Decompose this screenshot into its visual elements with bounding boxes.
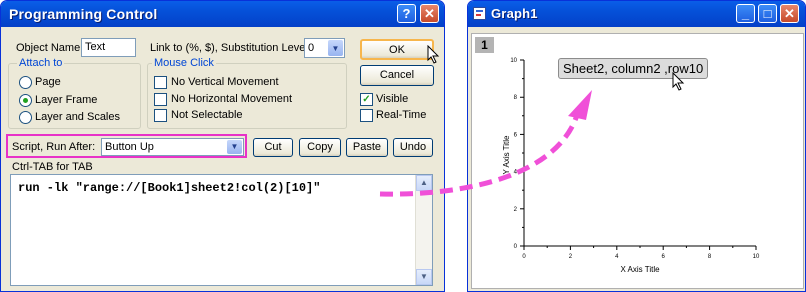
copy-button[interactable]: Copy <box>299 138 341 157</box>
visible-checkbox[interactable]: ✓ <box>360 93 373 106</box>
graph-title: Graph1 <box>491 6 538 21</box>
graph-close-button[interactable]: ✕ <box>780 4 799 23</box>
cut-button[interactable]: Cut <box>253 138 293 157</box>
y-axis-title[interactable]: Y Axis Title <box>502 135 511 175</box>
radio-layer-frame[interactable] <box>19 94 32 107</box>
real-time-label: Real-Time <box>376 109 427 121</box>
chevron-down-icon[interactable]: ▼ <box>328 40 343 56</box>
radio-page[interactable] <box>19 76 32 89</box>
no-vertical-movement-checkbox[interactable] <box>154 76 167 89</box>
maximize-button[interactable]: □ <box>758 4 777 23</box>
object-name-field[interactable]: Text <box>81 38 136 57</box>
x-axis-title[interactable]: X Axis Title <box>620 265 660 274</box>
script-run-after-value: Button Up <box>105 141 154 153</box>
radio-layer-frame-label: Layer Frame <box>35 94 98 106</box>
programming-control-dialog: Programming Control ? ✕ Object Name Text… <box>0 0 445 292</box>
script-run-after-label: Script, Run After: <box>12 141 96 153</box>
script-scrollbar[interactable]: ▲ ▼ <box>415 175 432 285</box>
visible-label: Visible <box>376 93 409 105</box>
scroll-down-arrow[interactable]: ▼ <box>416 269 432 285</box>
link-to-label: Link to (%, $), Substitution Level <box>150 42 308 54</box>
y-tick-label: 10 <box>510 58 517 64</box>
cancel-button[interactable]: Cancel <box>360 65 434 86</box>
script-text: run -lk "range://[Book1]sheet2!col(2)[10… <box>18 181 321 195</box>
radio-page-label: Page <box>35 76 61 88</box>
object-name-label: Object Name <box>16 42 81 54</box>
paste-button[interactable]: Paste <box>346 138 388 157</box>
attach-to-legend: Attach to <box>17 57 65 69</box>
x-tick-label: 2 <box>569 254 573 260</box>
x-tick-label: 10 <box>753 254 760 260</box>
dialog-title-bar[interactable]: Programming Control ? ✕ <box>1 1 444 27</box>
not-selectable-label: Not Selectable <box>171 109 243 121</box>
minimize-button[interactable]: _ <box>736 4 755 23</box>
y-tick-label: 8 <box>514 95 518 101</box>
y-ticks: 0 2 4 6 8 10 <box>510 58 524 250</box>
scroll-up-arrow[interactable]: ▲ <box>416 175 432 191</box>
radio-layer-and-scales-label: Layer and Scales <box>35 111 120 123</box>
x-tick-label: 8 <box>708 254 712 260</box>
substitution-level-value: 0 <box>308 42 315 54</box>
x-tick-label: 6 <box>662 254 666 260</box>
undo-button[interactable]: Undo <box>393 138 433 157</box>
mouse-click-legend: Mouse Click <box>152 57 216 69</box>
x-ticks: 0 2 4 6 8 10 <box>522 246 760 260</box>
text-label-object[interactable]: Sheet2, column2 ,row10 <box>558 58 709 79</box>
no-horizontal-movement-checkbox[interactable] <box>154 93 167 106</box>
chevron-down-icon[interactable]: ▼ <box>227 140 242 154</box>
y-tick-label: 6 <box>514 132 518 138</box>
ok-button[interactable]: OK <box>360 39 434 60</box>
dialog-title: Programming Control <box>9 6 158 22</box>
mouse-cursor-icon <box>427 45 440 64</box>
ctrl-tab-label: Ctrl-TAB for TAB <box>12 161 93 173</box>
plot-area[interactable]: 0 2 4 6 8 10 0 2 4 6 8 10 <box>510 58 760 260</box>
graph-window: Graph1 _ □ ✕ 1 0 2 4 6 8 10 0 2 4 6 8 10 X Axis Ti… <box>467 0 806 292</box>
not-selectable-checkbox[interactable] <box>154 109 167 122</box>
script-run-after-select[interactable]: Button Up ▼ <box>101 138 244 156</box>
close-button[interactable]: ✕ <box>420 4 439 23</box>
x-tick-label: 0 <box>522 254 526 260</box>
radio-layer-and-scales[interactable] <box>19 111 32 124</box>
script-editor[interactable]: run -lk "range://[Book1]sheet2!col(2)[10… <box>10 174 433 286</box>
graph-window-icon <box>473 7 486 20</box>
y-tick-label: 4 <box>514 170 518 176</box>
no-horizontal-movement-label: No Horizontal Movement <box>171 93 293 105</box>
help-button[interactable]: ? <box>397 4 416 23</box>
y-tick-label: 0 <box>514 244 518 250</box>
mouse-cursor-icon <box>672 72 685 91</box>
substitution-level-select[interactable]: 0 ▼ <box>304 38 345 58</box>
real-time-checkbox[interactable] <box>360 109 373 122</box>
x-tick-label: 4 <box>615 254 619 260</box>
graph-page[interactable]: 1 0 2 4 6 8 10 0 2 4 6 8 10 X Axis Title Y Axis Ti… <box>471 33 804 289</box>
y-tick-label: 2 <box>514 207 518 213</box>
graph-title-bar[interactable]: Graph1 _ □ ✕ <box>468 1 805 27</box>
no-vertical-movement-label: No Vertical Movement <box>171 76 279 88</box>
